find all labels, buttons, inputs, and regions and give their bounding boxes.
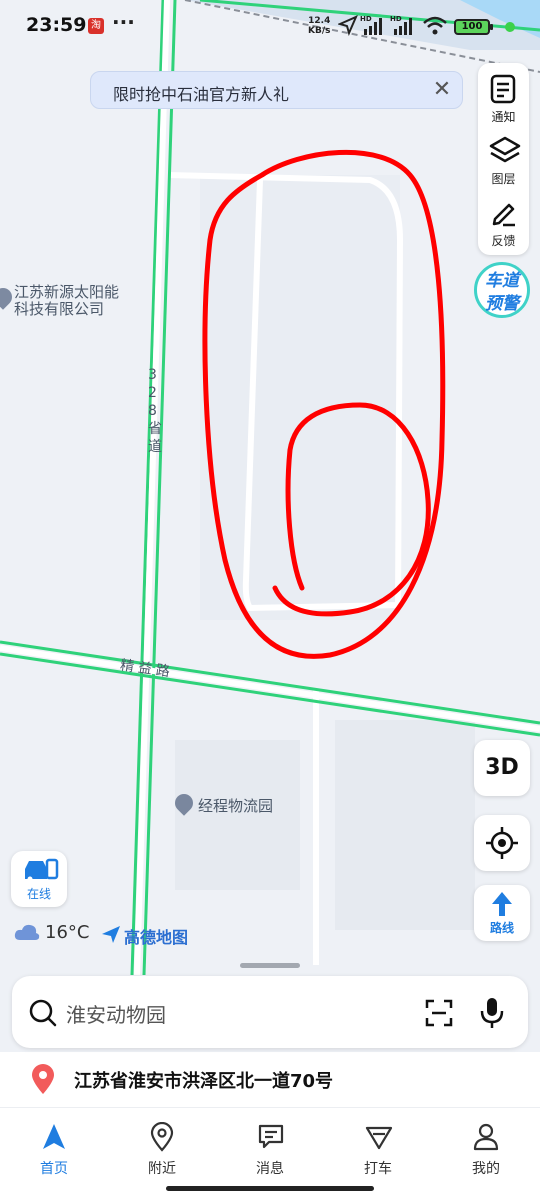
- network-speed: 12.4 KB/s: [308, 16, 330, 36]
- net-speed-value: 12.4: [308, 16, 331, 26]
- tool-label: 通知: [491, 110, 516, 124]
- crosshair-icon: [486, 827, 518, 859]
- tab-label: 首页: [40, 1161, 68, 1177]
- tab-taxi[interactable]: 打车: [333, 1118, 423, 1178]
- promo-text[interactable]: 限时抢中石油官方新人礼: [113, 81, 289, 105]
- tab-nearby[interactable]: 附近: [117, 1118, 207, 1178]
- poi-company-label[interactable]: 科技有限公司: [14, 298, 104, 319]
- lane-warning-button[interactable]: 车道 预警: [474, 262, 530, 318]
- notification-icon: [490, 74, 516, 104]
- nearby-pin-icon: [150, 1122, 174, 1152]
- road-jingyi-edge: [0, 640, 540, 725]
- taxi-icon: [365, 1126, 393, 1150]
- tab-label: 消息: [256, 1161, 284, 1177]
- net-speed-unit: KB/s: [308, 26, 331, 36]
- poi-logistics-label[interactable]: 经程物流园: [198, 795, 273, 816]
- lane-warning-text: 车道: [485, 271, 519, 291]
- road-328-label: 3 2 8 省 道: [148, 366, 162, 456]
- online-label: 在线: [26, 887, 51, 901]
- route-button[interactable]: 路线: [474, 885, 530, 941]
- road-label-char: 3: [148, 367, 157, 383]
- road-label-char: 道: [148, 439, 162, 455]
- microphone-icon[interactable]: [478, 996, 506, 1030]
- layers-button[interactable]: 图层: [478, 129, 529, 191]
- tab-profile[interactable]: 我的: [441, 1118, 531, 1178]
- tab-messages[interactable]: 消息: [225, 1118, 315, 1178]
- current-location-row[interactable]: 江苏省淮安市洪泽区北一道70号: [0, 1052, 540, 1108]
- bottom-sheet: 江苏省淮安市洪泽区北一道70号 首页 附近 消息 打车 我的: [0, 1052, 540, 1200]
- tab-home[interactable]: 首页: [9, 1118, 99, 1178]
- profile-icon: [473, 1123, 499, 1151]
- tool-label: 图层: [491, 172, 516, 186]
- vehicle-online-icon: [25, 858, 59, 882]
- signal-strength-icon: HD: [360, 15, 382, 35]
- map-block: [200, 175, 400, 620]
- status-time: 23:59: [26, 14, 87, 36]
- lane-warning-text: 预警: [485, 294, 519, 314]
- signal-strength-icon: HD: [390, 15, 412, 35]
- feedback-icon: [492, 203, 515, 227]
- 3d-label: 3D: [485, 755, 519, 780]
- search-bar[interactable]: 淮安动物园: [12, 976, 528, 1048]
- weather-widget[interactable]: 16°C: [14, 922, 89, 946]
- temperature-text: 16°C: [45, 922, 90, 943]
- close-icon[interactable]: ✕: [430, 78, 454, 102]
- signal-hd-label: HD: [360, 15, 372, 23]
- layers-icon: [489, 136, 521, 163]
- amap-logo-icon: [102, 926, 120, 943]
- feedback-button[interactable]: 反馈: [478, 191, 529, 253]
- location-arrow-icon: [338, 15, 358, 36]
- promo-banner[interactable]: 限时抢中石油官方新人礼 ✕: [90, 71, 463, 109]
- route-label: 路线: [489, 921, 514, 935]
- taobao-notification-icon: 淘: [88, 18, 104, 34]
- status-bar: 23:59 淘 ··· 12.4 KB/s HD HD 100: [0, 0, 540, 56]
- signal-hd-label: HD: [390, 15, 402, 23]
- more-notifications-icon: ···: [112, 10, 135, 34]
- scan-icon[interactable]: [424, 998, 454, 1028]
- road-label-char: 2: [148, 385, 157, 401]
- road-jingyi: [0, 645, 540, 732]
- message-icon: [258, 1124, 284, 1149]
- online-vehicle-button[interactable]: 在线: [11, 851, 67, 907]
- drag-handle[interactable]: [240, 963, 300, 968]
- tab-label: 我的: [472, 1161, 500, 1177]
- battery-indicator: 100: [454, 19, 493, 35]
- route-arrow-icon: [492, 892, 512, 916]
- search-icon: [29, 999, 57, 1027]
- locate-me-button[interactable]: [474, 815, 530, 871]
- wifi-icon: [423, 16, 447, 35]
- brand-logo-text: 高德地图: [124, 928, 189, 947]
- privacy-indicator-dot: [505, 22, 515, 32]
- search-input[interactable]: 淮安动物园: [66, 999, 166, 1028]
- map-side-toolbar: 通知 图层 反馈: [478, 63, 529, 255]
- bottom-tab-bar: 首页 附近 消息 打车 我的: [0, 1108, 540, 1188]
- map-block: [335, 720, 475, 930]
- tab-label: 附近: [148, 1161, 176, 1177]
- 3d-toggle-button[interactable]: 3D: [474, 740, 530, 796]
- road-328: [134, 0, 170, 976]
- location-pin-icon: [32, 1064, 54, 1094]
- home-indicator: [166, 1186, 374, 1191]
- tab-label: 打车: [364, 1161, 392, 1177]
- road-label-char: 8: [148, 403, 157, 419]
- cloud-icon: [14, 924, 40, 940]
- road-jingyi-edge: [0, 652, 540, 737]
- navigate-icon: [43, 1124, 65, 1149]
- notification-button[interactable]: 通知: [478, 67, 529, 129]
- current-address[interactable]: 江苏省淮安市洪泽区北一道70号: [74, 1067, 333, 1093]
- tool-label: 反馈: [491, 234, 516, 248]
- road-label-char: 省: [148, 421, 162, 437]
